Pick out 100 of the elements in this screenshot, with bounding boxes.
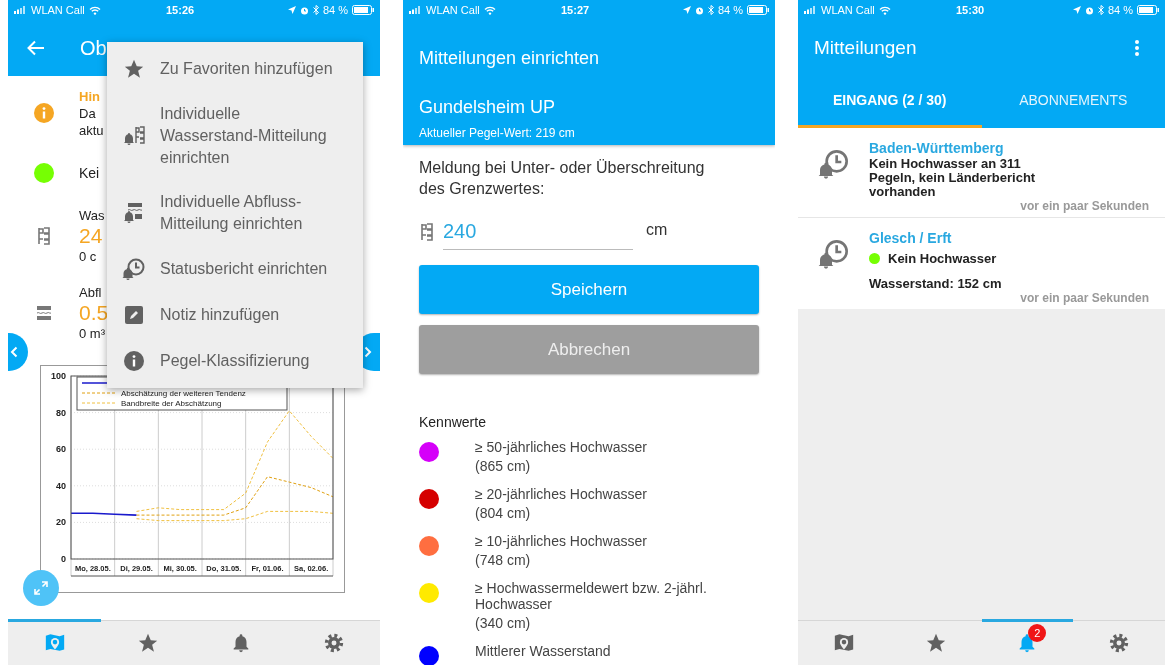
gauge-icon bbox=[421, 223, 433, 241]
discharge-icon bbox=[35, 305, 52, 321]
chevron-left-icon bbox=[10, 346, 18, 358]
expand-icon bbox=[33, 580, 49, 596]
map-pin-icon bbox=[43, 632, 66, 654]
signal-icon bbox=[14, 6, 27, 14]
menu-item[interactable]: Zu Favoriten hinzufügen bbox=[107, 46, 363, 92]
message-item[interactable]: Baden-Württemberg Kein Hochwasser an 311 Pegeln, kein Länderbericht vorhanden vor ein paar Sekunden bbox=[798, 128, 1165, 217]
info-text: Hin bbox=[79, 87, 101, 105]
pencil-icon bbox=[123, 305, 144, 325]
battery-icon bbox=[1137, 5, 1159, 15]
gear-icon bbox=[322, 632, 345, 654]
screen-title: Mitteilungen bbox=[814, 35, 917, 60]
message-text: Wasserstand: 152 cm bbox=[869, 276, 1003, 291]
previous-button[interactable] bbox=[8, 333, 28, 371]
legend-label: Mittlerer Wasserstand bbox=[475, 643, 611, 659]
carrier-name: WLAN Call bbox=[31, 2, 85, 18]
info-text: Da bbox=[79, 104, 97, 122]
info-text: Abfl bbox=[79, 284, 103, 301]
nav-tab[interactable]: 2 bbox=[981, 621, 1074, 665]
unit-label: cm bbox=[646, 220, 668, 240]
chevron-right-icon bbox=[363, 346, 372, 358]
kebab-menu-icon bbox=[1135, 40, 1139, 56]
back-arrow-icon bbox=[27, 40, 45, 56]
legend-title: Kennwerte bbox=[419, 413, 487, 432]
measured-line bbox=[70, 512, 138, 516]
bluetooth-icon bbox=[312, 5, 319, 15]
menu-item[interactable]: Individuelle Wasserstand-Mitteilung einrichten bbox=[107, 92, 363, 180]
legend-line-sample bbox=[81, 392, 117, 394]
info-text: Kei bbox=[79, 164, 100, 182]
y-axis-tick: 100 bbox=[50, 371, 66, 381]
legend-value: (865 cm) bbox=[475, 458, 532, 474]
signal-icon bbox=[409, 6, 422, 14]
info-text: 0.5 bbox=[79, 301, 109, 325]
menu-item[interactable]: Individuelle Abfluss-Mitteilung einrichten bbox=[107, 180, 363, 246]
status-label: Kein Hochwasser bbox=[888, 250, 997, 268]
legend-label: ≥ 50-jährliches Hochwasser bbox=[475, 439, 647, 455]
legend-label: ≥ 20-jährliches Hochwasser bbox=[475, 486, 647, 502]
threshold-prompt: Meldung bei Unter- oder Überschreitung des Grenzwertes: bbox=[419, 158, 706, 199]
battery-percentage: 84 % bbox=[717, 2, 743, 18]
notification-badge: 2 bbox=[1028, 624, 1047, 642]
location-icon bbox=[682, 6, 691, 14]
legend-label: ≥ Hochwassermeldewert bzw. 2-jährl. Hochwasser bbox=[475, 580, 708, 612]
bell-flow-icon bbox=[122, 202, 145, 224]
message-title: Glesch / Erft bbox=[869, 230, 953, 247]
legend-label: Abschätzung der weiteren Tendenz bbox=[121, 389, 246, 398]
bluetooth-icon bbox=[707, 5, 714, 15]
info-text: 24 bbox=[79, 224, 104, 248]
bell-clock-icon bbox=[817, 238, 850, 270]
battery-icon bbox=[747, 5, 769, 15]
carrier-name: WLAN Call bbox=[426, 2, 480, 18]
bell-clock-icon bbox=[121, 257, 146, 281]
clock-time: 15:27 bbox=[561, 2, 590, 18]
y-axis-tick: 20 bbox=[56, 517, 66, 528]
bell-clock-icon bbox=[817, 148, 850, 180]
legend-label: ≥ 10-jährliches Hochwasser bbox=[475, 533, 647, 549]
wifi-icon bbox=[878, 5, 891, 15]
message-title: Baden-Württemberg bbox=[869, 140, 1005, 157]
bell-gauge-icon bbox=[122, 125, 145, 147]
clock-time: 15:30 bbox=[956, 2, 985, 18]
menu-item[interactable]: Pegel-Klassifizierung bbox=[107, 338, 363, 384]
message-time: vor ein paar Sekunden bbox=[1020, 199, 1149, 214]
menu-item[interactable]: Statusbericht einrichten bbox=[107, 246, 363, 292]
y-axis-tick: 60 bbox=[56, 444, 66, 455]
info-text: 0 c bbox=[79, 248, 98, 265]
y-axis-tick: 40 bbox=[56, 480, 66, 491]
info-icon bbox=[123, 351, 144, 371]
signal-icon bbox=[804, 6, 817, 14]
station-title: Ob bbox=[80, 36, 107, 61]
wifi-icon bbox=[88, 5, 101, 15]
y-axis-tick: 80 bbox=[56, 407, 66, 418]
alarm-icon bbox=[694, 5, 704, 15]
alarm-icon bbox=[1084, 5, 1094, 15]
station-name: Gundelsheim UP bbox=[419, 96, 557, 119]
gear-icon bbox=[1108, 632, 1131, 654]
alarm-icon bbox=[299, 5, 309, 15]
location-icon bbox=[287, 6, 296, 14]
legend-value: (748 cm) bbox=[475, 552, 532, 568]
legend-line-sample bbox=[81, 402, 117, 404]
clock-time: 15:26 bbox=[166, 2, 195, 18]
info-text: Was bbox=[79, 207, 105, 224]
battery-percentage: 84 % bbox=[1107, 2, 1133, 18]
legend-label: Bandbreite der Abschätzung bbox=[121, 399, 222, 408]
current-value: Aktueller Pegel-Wert: 219 cm bbox=[419, 125, 576, 142]
info-text: aktu bbox=[79, 121, 104, 139]
menu-item[interactable]: Notiz hinzufügen bbox=[107, 292, 363, 338]
legend-value: (340 cm) bbox=[475, 615, 532, 631]
message-item[interactable]: Glesch / Erft Kein Hochwasser Wasserstand: 152 cm vor ein paar Sekunden bbox=[798, 217, 1165, 309]
message-time: vor ein paar Sekunden bbox=[1020, 290, 1149, 306]
wifi-icon bbox=[483, 5, 496, 15]
gauge-icon bbox=[37, 227, 50, 245]
message-text: Kein Hochwasser an 311 Pegeln, kein Länderbericht vorhanden bbox=[869, 157, 1037, 199]
carrier-name: WLAN Call bbox=[821, 2, 875, 18]
info-icon bbox=[33, 103, 54, 123]
legend-value: (804 cm) bbox=[475, 505, 532, 521]
battery-percentage: 84 % bbox=[322, 2, 348, 18]
y-axis-tick: 0 bbox=[61, 554, 66, 564]
map-pin-icon bbox=[832, 632, 855, 654]
bluetooth-icon bbox=[1097, 5, 1104, 15]
info-text: 0 m³ bbox=[79, 325, 106, 342]
